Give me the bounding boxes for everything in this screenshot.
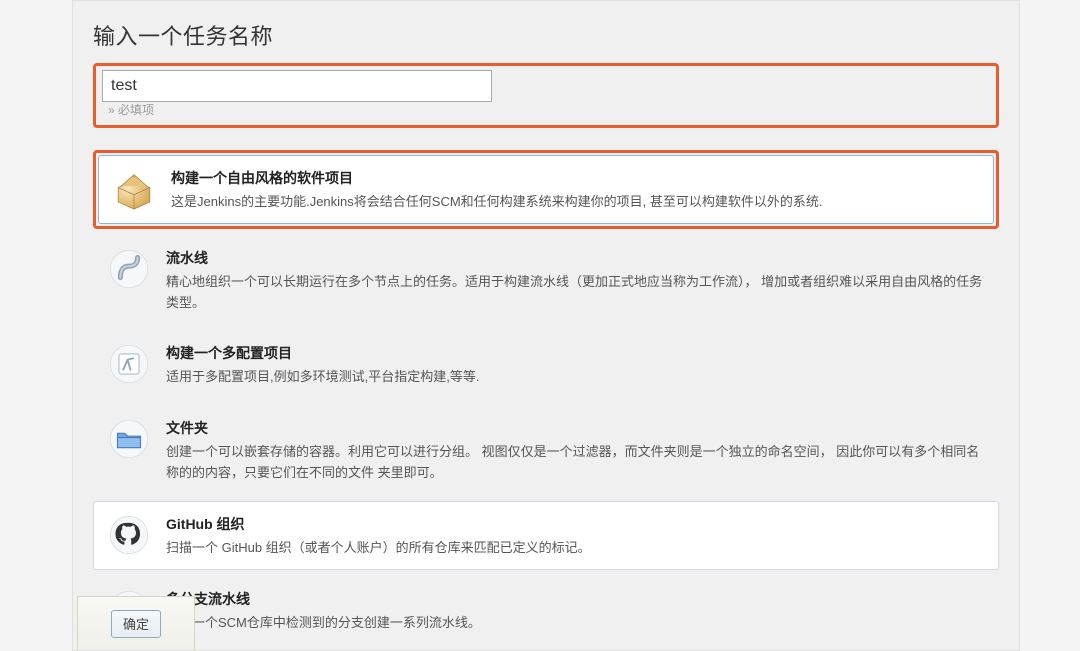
folder-icon xyxy=(106,416,152,462)
multiconfig-title: 构建一个多配置项目 xyxy=(166,343,986,363)
freestyle-title: 构建一个自由风格的软件项目 xyxy=(171,168,981,188)
folder-title: 文件夹 xyxy=(166,418,986,438)
item-type-list: 构建一个自由风格的软件项目 这是Jenkins的主要功能.Jenkins将会结合… xyxy=(93,150,999,644)
type-option-multiconfig[interactable]: 构建一个多配置项目 适用于多配置项目,例如多环境测试,平台指定构建,等等. xyxy=(93,330,999,399)
freestyle-highlight: 构建一个自由风格的软件项目 这是Jenkins的主要功能.Jenkins将会结合… xyxy=(93,150,999,229)
ok-button[interactable]: 确定 xyxy=(111,610,161,638)
item-name-input[interactable] xyxy=(102,70,492,102)
multiconfig-desc: 适用于多配置项目,例如多环境测试,平台指定构建,等等. xyxy=(166,367,986,388)
github-desc: 扫描一个 GitHub 组织（或者个人账户）的所有仓库来匹配已定义的标记。 xyxy=(166,538,986,559)
github-icon xyxy=(106,512,152,558)
multibranch-text: 多分支流水线 根据一个SCM仓库中检测到的分支创建一系列流水线。 xyxy=(166,587,986,634)
main-panel: 输入一个任务名称 » 必填项 xyxy=(72,0,1020,651)
freestyle-text: 构建一个自由风格的软件项目 这是Jenkins的主要功能.Jenkins将会结合… xyxy=(171,166,981,213)
multiconfig-icon xyxy=(106,341,152,387)
pipeline-icon xyxy=(106,246,152,292)
pipeline-text: 流水线 精心地组织一个可以长期运行在多个节点上的任务。适用于构建流水线（更加正式… xyxy=(166,246,986,314)
freestyle-icon xyxy=(111,166,157,212)
pipeline-desc: 精心地组织一个可以长期运行在多个节点上的任务。适用于构建流水线（更加正式地应当称… xyxy=(166,272,986,314)
freestyle-desc: 这是Jenkins的主要功能.Jenkins将会结合任何SCM和任何构建系统来构… xyxy=(171,192,981,213)
type-option-folder[interactable]: 文件夹 创建一个可以嵌套存储的容器。利用它可以进行分组。 视图仅仅是一个过滤器，… xyxy=(93,405,999,495)
page-heading: 输入一个任务名称 xyxy=(93,19,999,51)
type-option-pipeline[interactable]: 流水线 精心地组织一个可以长期运行在多个节点上的任务。适用于构建流水线（更加正式… xyxy=(93,235,999,325)
type-option-multibranch[interactable]: 多分支流水线 根据一个SCM仓库中检测到的分支创建一系列流水线。 xyxy=(93,576,999,645)
folder-desc: 创建一个可以嵌套存储的容器。利用它可以进行分组。 视图仅仅是一个过滤器，而文件夹… xyxy=(166,442,986,484)
github-text: GitHub 组织 扫描一个 GitHub 组织（或者个人账户）的所有仓库来匹配… xyxy=(166,512,986,559)
pipeline-title: 流水线 xyxy=(166,248,986,268)
name-input-highlight: » 必填项 xyxy=(93,63,999,128)
folder-text: 文件夹 创建一个可以嵌套存储的容器。利用它可以进行分组。 视图仅仅是一个过滤器，… xyxy=(166,416,986,484)
multibranch-desc: 根据一个SCM仓库中检测到的分支创建一系列流水线。 xyxy=(166,613,986,634)
type-option-github[interactable]: GitHub 组织 扫描一个 GitHub 组织（或者个人账户）的所有仓库来匹配… xyxy=(93,501,999,570)
required-note: » 必填项 xyxy=(108,101,990,118)
multiconfig-text: 构建一个多配置项目 适用于多配置项目,例如多环境测试,平台指定构建,等等. xyxy=(166,341,986,388)
github-title: GitHub 组织 xyxy=(166,514,986,534)
footer-bar: 确定 xyxy=(77,596,195,650)
type-option-freestyle[interactable]: 构建一个自由风格的软件项目 这是Jenkins的主要功能.Jenkins将会结合… xyxy=(98,155,994,224)
